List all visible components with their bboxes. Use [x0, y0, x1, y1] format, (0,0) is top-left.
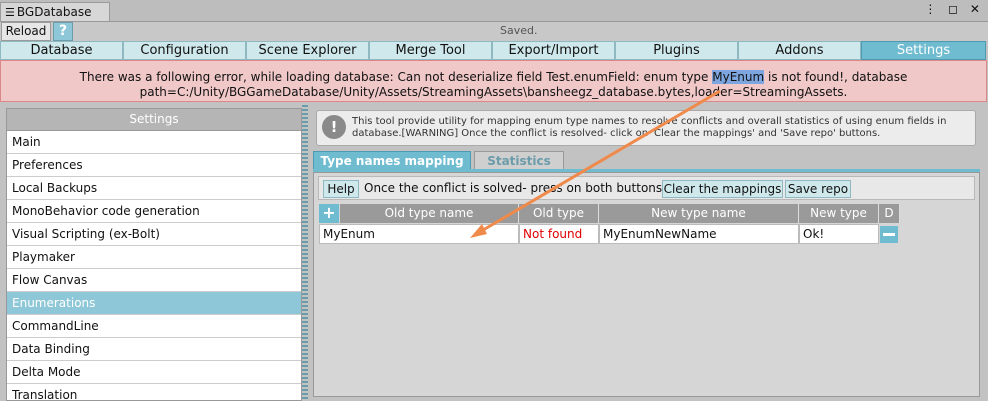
header-old-type: Old type [519, 204, 599, 223]
error-line-2: path=C:/Unity/BGGameDatabase/Unity/Asset… [139, 85, 848, 99]
settings-item-translation[interactable]: Translation [7, 384, 301, 400]
tab-configuration[interactable]: Configuration [123, 41, 246, 60]
header-delete: D [879, 204, 900, 223]
window-controls[interactable]: ⋮ ◻ ✕ [924, 2, 984, 16]
header-new-type: New type [799, 204, 879, 223]
settings-item-monobehavior[interactable]: MonoBehavior code generation [7, 200, 301, 223]
enumerations-panel: ! This tool provide utility for mapping … [309, 106, 988, 401]
header-new-type-name: New type name [599, 204, 799, 223]
delete-row-icon[interactable] [880, 226, 898, 243]
cell-new-type: Ok! [799, 224, 879, 244]
tab-settings[interactable]: Settings [861, 41, 986, 60]
info-text: This tool provide utility for mapping en… [352, 116, 947, 139]
settings-item-flow-canvas[interactable]: Flow Canvas [7, 269, 301, 292]
settings-header: Settings [7, 109, 301, 131]
error-banner: There was a following error, while loadi… [0, 60, 987, 102]
settings-item-data-binding[interactable]: Data Binding [7, 338, 301, 361]
action-bar: Help Once the conflict is solved- press … [318, 176, 975, 200]
window-tab[interactable]: ☰ BGDatabase [0, 2, 110, 21]
title-bar: ☰ BGDatabase ⋮ ◻ ✕ [0, 0, 988, 22]
settings-item-main[interactable]: Main [7, 131, 301, 154]
save-repo-button[interactable]: Save repo [785, 180, 851, 198]
error-line-1: There was a following error, while loadi… [79, 70, 908, 84]
cell-new-type-name[interactable]: MyEnumNewName [599, 224, 799, 244]
mapping-panel: Help Once the conflict is solved- press … [313, 172, 980, 397]
tab-addons[interactable]: Addons [738, 41, 861, 60]
reload-button[interactable]: Reload [1, 22, 51, 41]
panel-splitter[interactable] [302, 105, 308, 401]
settings-item-delta-mode[interactable]: Delta Mode [7, 361, 301, 384]
toolbar [0, 22, 988, 41]
tab-type-names-mapping[interactable]: Type names mapping [313, 151, 471, 170]
settings-item-visual-scripting[interactable]: Visual Scripting (ex-Bolt) [7, 223, 301, 246]
tab-merge-tool[interactable]: Merge Tool [369, 41, 492, 60]
help-button[interactable]: Help [323, 180, 359, 198]
error-highlight: MyEnum [712, 70, 765, 84]
action-hint: Once the conflict is solved- press on bo… [364, 181, 677, 195]
settings-item-enumerations[interactable]: Enumerations [7, 292, 301, 315]
tab-database[interactable]: Database [0, 41, 123, 60]
tab-export-import[interactable]: Export/Import [492, 41, 615, 60]
tab-statistics[interactable]: Statistics [474, 151, 564, 170]
tab-plugins[interactable]: Plugins [615, 41, 738, 60]
add-row-icon[interactable]: + [319, 204, 339, 223]
settings-item-playmaker[interactable]: Playmaker [7, 246, 301, 269]
save-status: Saved. [500, 24, 538, 37]
main-tabs: Database Configuration Scene Explorer Me… [0, 41, 988, 60]
menu-lines-icon: ☰ [5, 6, 15, 19]
info-box: ! This tool provide utility for mapping … [316, 110, 976, 146]
help-question-icon[interactable]: ? [53, 22, 73, 41]
window-title: BGDatabase [16, 5, 92, 19]
info-exclamation-icon: ! [322, 115, 346, 139]
clear-mappings-button[interactable]: Clear the mappings [662, 180, 783, 198]
settings-item-preferences[interactable]: Preferences [7, 154, 301, 177]
header-old-type-name: Old type name [340, 204, 519, 223]
cell-old-type-name: MyEnum [319, 224, 519, 244]
tab-scene-explorer[interactable]: Scene Explorer [246, 41, 369, 60]
settings-list: Settings Main Preferences Local Backups … [6, 108, 302, 401]
settings-item-commandline[interactable]: CommandLine [7, 315, 301, 338]
settings-item-local-backups[interactable]: Local Backups [7, 177, 301, 200]
cell-old-type: Not found [519, 224, 599, 244]
